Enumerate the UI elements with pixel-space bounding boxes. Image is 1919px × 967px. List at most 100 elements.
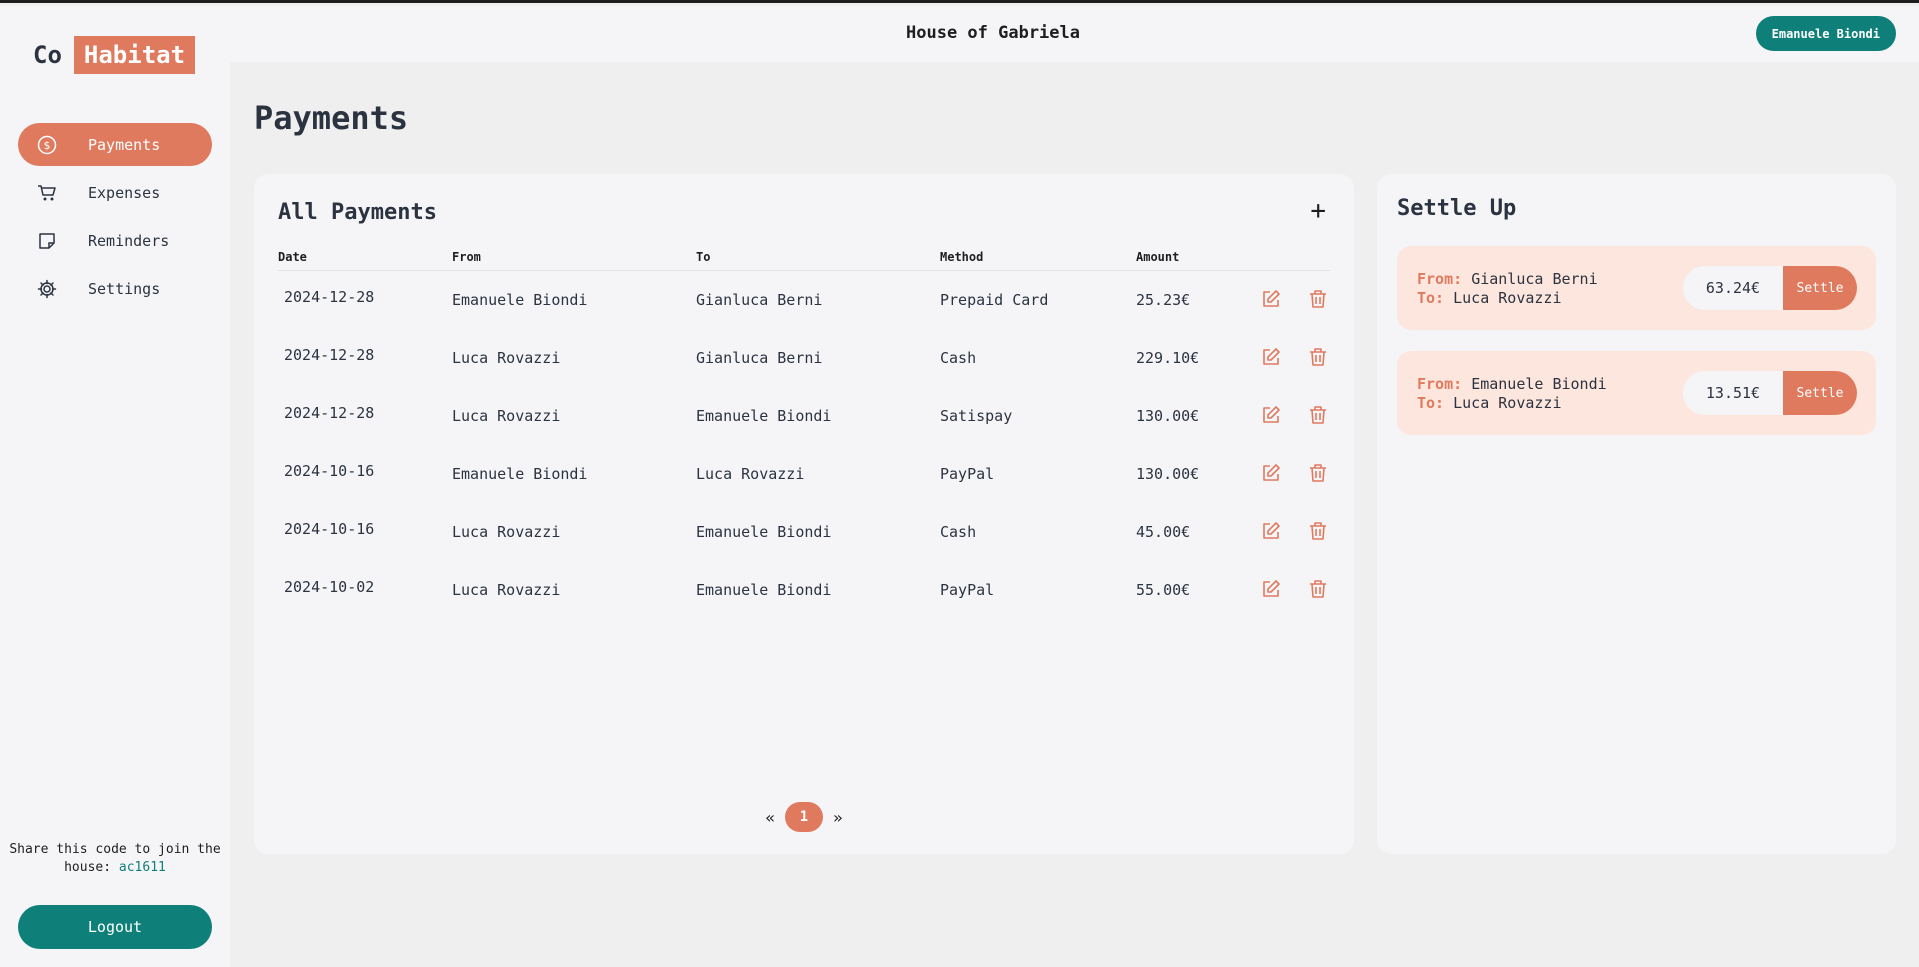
edit-icon[interactable] [1261, 289, 1283, 311]
cell-amount: 25.23€ [1136, 290, 1191, 309]
payments-card-title: All Payments [278, 200, 437, 225]
cell-to: Emanuele Biondi [696, 522, 832, 541]
settle-item-parties: From: Emanuele Biondi To: Luca Rovazzi [1417, 375, 1607, 413]
pagination-next[interactable]: » [833, 808, 843, 827]
column-header-amount[interactable]: Amount [1136, 250, 1240, 271]
logout-button[interactable]: Logout [18, 905, 212, 949]
settle-to-name: Luca Rovazzi [1453, 394, 1562, 412]
trash-icon[interactable] [1308, 289, 1330, 311]
add-payment-button[interactable]: + [1310, 198, 1326, 224]
cell-method: PayPal [940, 464, 995, 483]
trash-icon[interactable] [1308, 579, 1330, 601]
sidebar-item-label: Expenses [88, 183, 161, 202]
table-row: 2024-10-02 Luca Rovazzi Emanuele Biondi … [278, 561, 1330, 619]
cell-actions [1240, 503, 1330, 561]
sidebar-item-label: Payments [88, 135, 161, 154]
cell-to: Emanuele Biondi [696, 406, 832, 425]
cell-from: Emanuele Biondi [452, 464, 588, 483]
settle-amount: 13.51€ [1683, 371, 1783, 415]
edit-icon[interactable] [1261, 463, 1283, 485]
pagination-page-current[interactable]: 1 [785, 802, 823, 832]
cell-to: Gianluca Berni [696, 348, 823, 367]
trash-icon[interactable] [1308, 463, 1330, 485]
column-header-to[interactable]: To [696, 250, 940, 271]
sidebar-item-label: Reminders [88, 231, 170, 250]
table-row: 2024-10-16 Emanuele Biondi Luca Rovazzi … [278, 445, 1330, 503]
cell-date: 2024-12-28 [284, 345, 375, 364]
table-row: 2024-12-28 Emanuele Biondi Gianluca Bern… [278, 271, 1330, 329]
cell-date: 2024-12-28 [284, 403, 375, 422]
cell-from: Luca Rovazzi [452, 580, 561, 599]
cart-icon [36, 182, 58, 204]
to-label: To: [1417, 289, 1445, 307]
cell-method: PayPal [940, 580, 995, 599]
cell-actions [1240, 445, 1330, 503]
sidebar: Co Habitat $ Payments Expenses Reminders [0, 6, 230, 967]
edit-icon[interactable] [1261, 405, 1283, 427]
settle-button[interactable]: Settle [1783, 371, 1857, 415]
from-label: From: [1417, 375, 1463, 393]
cell-amount: 130.00€ [1136, 464, 1200, 483]
cell-amount: 229.10€ [1136, 348, 1200, 367]
table-row: 2024-12-28 Luca Rovazzi Emanuele Biondi … [278, 387, 1330, 445]
share-code-info: Share this code to join the house: ac161… [0, 841, 230, 877]
user-menu-button[interactable]: Emanuele Biondi [1755, 16, 1896, 51]
sidebar-item-label: Settings [88, 279, 161, 298]
sidebar-item-payments[interactable]: $ Payments [18, 123, 212, 166]
cell-actions [1240, 329, 1330, 387]
settle-to-name: Luca Rovazzi [1453, 289, 1562, 307]
sidebar-item-settings[interactable]: Settings [18, 267, 212, 310]
settle-from-name: Gianluca Berni [1471, 270, 1598, 288]
svg-text:$: $ [44, 139, 51, 152]
settle-up-title: Settle Up [1397, 196, 1517, 221]
logo-part-habitat: Habitat [73, 36, 196, 74]
payments-table: Date From To Method Amount 2024-12-28 Em… [278, 250, 1330, 619]
column-header-date[interactable]: Date [278, 250, 452, 271]
cell-method: Satispay [940, 406, 1013, 425]
top-header: House of Gabriela Emanuele Biondi [230, 6, 1919, 62]
trash-icon[interactable] [1308, 405, 1330, 427]
cell-from: Emanuele Biondi [452, 290, 588, 309]
edit-icon[interactable] [1261, 579, 1283, 601]
cell-date: 2024-12-28 [284, 287, 375, 306]
cell-actions [1240, 561, 1330, 619]
sidebar-nav: $ Payments Expenses Reminders Settings [18, 123, 212, 315]
column-header-actions [1240, 250, 1330, 271]
settle-from-name: Emanuele Biondi [1471, 375, 1607, 393]
cell-from: Luca Rovazzi [452, 522, 561, 541]
column-header-method[interactable]: Method [940, 250, 1136, 271]
cell-method: Cash [940, 522, 977, 541]
cell-amount: 45.00€ [1136, 522, 1191, 541]
house-code: ac1611 [118, 860, 166, 875]
table-row: 2024-10-16 Luca Rovazzi Emanuele Biondi … [278, 503, 1330, 561]
cell-amount: 55.00€ [1136, 580, 1191, 599]
table-row: 2024-12-28 Luca Rovazzi Gianluca Berni C… [278, 329, 1330, 387]
pagination-prev[interactable]: « [765, 808, 775, 827]
edit-icon[interactable] [1261, 521, 1283, 543]
trash-icon[interactable] [1308, 521, 1330, 543]
cell-to: Gianluca Berni [696, 290, 823, 309]
payments-card: All Payments + Date From To Method Amoun… [254, 174, 1354, 854]
app-logo[interactable]: Co Habitat [33, 36, 196, 74]
house-title: House of Gabriela [906, 23, 1080, 43]
sidebar-item-expenses[interactable]: Expenses [18, 171, 212, 214]
edit-icon[interactable] [1261, 347, 1283, 369]
pagination: « 1 » [254, 802, 1354, 832]
to-label: To: [1417, 394, 1445, 412]
column-header-from[interactable]: From [452, 250, 696, 271]
sidebar-item-reminders[interactable]: Reminders [18, 219, 212, 262]
from-label: From: [1417, 270, 1463, 288]
settle-up-card: Settle Up From: Gianluca Berni To: Luca … [1377, 174, 1896, 854]
cell-method: Cash [940, 348, 977, 367]
settle-amount: 63.24€ [1683, 266, 1783, 310]
gear-icon [36, 278, 58, 300]
cell-date: 2024-10-16 [284, 461, 375, 480]
cell-to: Luca Rovazzi [696, 464, 805, 483]
dollar-circle-icon: $ [36, 134, 58, 156]
trash-icon[interactable] [1308, 347, 1330, 369]
cell-method: Prepaid Card [940, 290, 1049, 309]
settle-button[interactable]: Settle [1783, 266, 1857, 310]
settle-item-parties: From: Gianluca Berni To: Luca Rovazzi [1417, 270, 1598, 308]
cell-from: Luca Rovazzi [452, 348, 561, 367]
sticky-note-icon [36, 230, 58, 252]
